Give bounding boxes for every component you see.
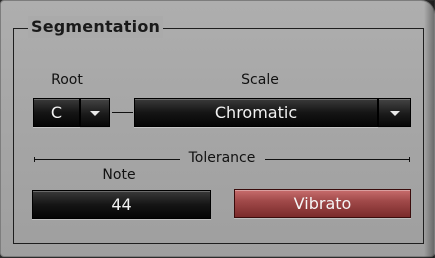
note-label: Note (102, 167, 136, 183)
root-label: Root (51, 72, 83, 88)
tolerance-line-left (34, 159, 180, 160)
chevron-down-icon (90, 110, 100, 116)
scale-dropdown-button[interactable] (378, 98, 411, 127)
root-dropdown-button[interactable] (80, 98, 110, 127)
scale-value-field[interactable]: Chromatic (134, 98, 378, 127)
chevron-down-icon (389, 110, 400, 116)
group-title: Segmentation (28, 16, 164, 38)
root-value-field[interactable]: C (33, 98, 80, 127)
tolerance-line-right (265, 159, 410, 160)
root-scale-connector (112, 112, 133, 113)
vibrato-button[interactable]: Vibrato (234, 189, 411, 218)
scale-label: Scale (241, 72, 279, 88)
segmentation-panel: Segmentation Root C Scale Chromatic Tole… (0, 0, 435, 258)
panel-edge-shade (424, 1, 434, 258)
tolerance-line-right-tick (409, 157, 410, 162)
tolerance-label: Tolerance (188, 150, 256, 166)
note-value-field[interactable]: 44 (32, 190, 211, 219)
